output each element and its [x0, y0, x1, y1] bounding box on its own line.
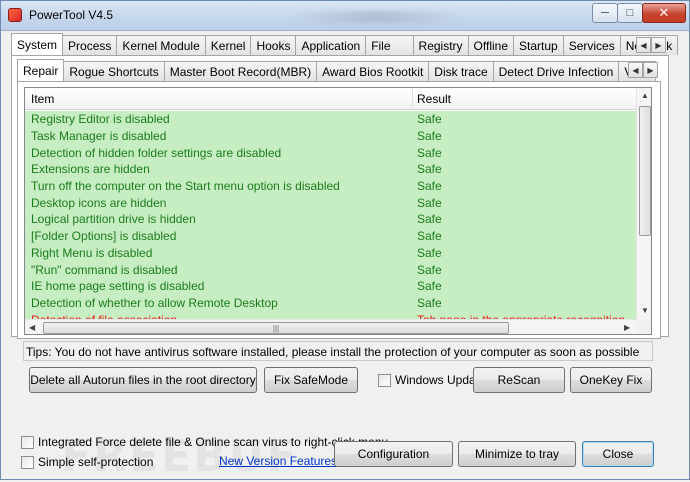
- close-button[interactable]: Close: [582, 441, 654, 467]
- tab-system[interactable]: System: [11, 33, 64, 55]
- window-title: PowerTool V4.5: [29, 8, 114, 22]
- row-item-text: [Folder Options] is disabled: [31, 229, 177, 244]
- row-item-text: Desktop icons are hidden: [31, 195, 167, 210]
- column-header-result[interactable]: Result: [417, 92, 451, 106]
- row-result-text: Safe: [417, 295, 442, 310]
- rescan-button[interactable]: ReScan: [473, 367, 565, 393]
- list-row[interactable]: Registry Editor is disabled Safe: [25, 111, 636, 128]
- scroll-left-icon[interactable]: ◀: [29, 323, 35, 332]
- subtab-repair[interactable]: Repair: [17, 59, 65, 81]
- tab-offline[interactable]: Offline: [467, 35, 515, 55]
- vertical-scrollbar[interactable]: ▲ ▼: [636, 88, 651, 319]
- row-item-text: Task Manager is disabled: [31, 129, 167, 144]
- scroll-right-icon[interactable]: ▶: [624, 323, 630, 332]
- new-version-features-link[interactable]: New Version Features: [219, 454, 337, 468]
- list-row[interactable]: Turn off the computer on the Start menu …: [25, 177, 636, 195]
- list-row[interactable]: Desktop icons are hidden Safe: [25, 194, 636, 212]
- subtabs-scroll-left-icon[interactable]: ◀: [628, 62, 643, 78]
- vertical-scroll-thumb[interactable]: [639, 106, 651, 236]
- row-item-text: Right Menu is disabled: [31, 245, 153, 260]
- tabs-scroll-right-icon[interactable]: ▶: [651, 37, 666, 53]
- list-header: Item Result: [25, 88, 636, 110]
- tab-process[interactable]: Process: [62, 35, 118, 55]
- scroll-up-icon[interactable]: ▲: [641, 91, 649, 100]
- row-result-text: Safe: [417, 212, 442, 227]
- app-window: PowerTool V4.5 ─ □ ✕ System Process Kern…: [0, 0, 690, 482]
- list-row[interactable]: [Folder Options] is disabled Safe: [25, 227, 636, 245]
- row-result-text: Safe: [417, 162, 442, 177]
- checkbox-box[interactable]: [21, 435, 34, 449]
- tips-bar: Tips: You do not have antivirus software…: [23, 341, 653, 361]
- simple-self-protection-checkbox[interactable]: Simple self-protection: [21, 455, 153, 469]
- tab-registry[interactable]: Registry: [412, 35, 469, 55]
- main-tab-bar: System Process Kernel Module Kernel Hook…: [11, 33, 679, 55]
- list-row[interactable]: Task Manager is disabled Safe: [25, 127, 636, 145]
- list-row[interactable]: IE home page setting is disabled Safe: [25, 277, 636, 295]
- tab-services[interactable]: Services: [562, 35, 621, 55]
- row-result-text: Safe: [417, 262, 442, 277]
- row-item-text: Detection of whether to allow Remote Des…: [31, 295, 278, 310]
- row-result-text: Safe: [417, 229, 442, 244]
- row-item-text: Turn off the computer on the Start menu …: [31, 179, 340, 194]
- maximize-button[interactable]: □: [617, 3, 643, 23]
- blurred-title-area: [291, 11, 461, 23]
- tab-application[interactable]: Application: [295, 35, 367, 55]
- row-item-text: Logical partition drive is hidden: [31, 212, 196, 227]
- checkbox-box[interactable]: [21, 455, 34, 469]
- row-result-text: Safe: [417, 129, 442, 144]
- subtab-mbr[interactable]: Master Boot Record(MBR): [163, 61, 318, 81]
- row-item-text: Extensions are hidden: [31, 162, 150, 177]
- row-item-text: "Run" command is disabled: [31, 262, 178, 277]
- row-item-text: IE home page setting is disabled: [31, 279, 205, 294]
- delete-autorun-button[interactable]: Delete all Autorun files in the root dir…: [29, 367, 257, 393]
- column-divider[interactable]: [412, 88, 413, 110]
- tab-file[interactable]: File: [365, 35, 414, 55]
- simple-self-protection-label: Simple self-protection: [38, 455, 154, 469]
- tab-kernel-module[interactable]: Kernel Module: [116, 35, 206, 55]
- row-result-text: Safe: [417, 112, 442, 127]
- windows-update-label: Windows Updat: [395, 373, 480, 387]
- checkbox-box[interactable]: [378, 373, 391, 387]
- list-row[interactable]: Logical partition drive is hidden Safe: [25, 211, 636, 228]
- list-row[interactable]: Detection of hidden folder settings are …: [25, 144, 636, 162]
- row-item-text: Detection of hidden folder settings are …: [31, 145, 282, 160]
- repair-list[interactable]: Item Result Registry Editor is disabled S…: [24, 87, 652, 335]
- list-row[interactable]: "Run" command is disabled Safe: [25, 261, 636, 278]
- row-result-text: Safe: [417, 245, 442, 260]
- horizontal-scrollbar[interactable]: ◀ ||| ▶: [25, 319, 636, 334]
- subtab-award-bios-rootkit[interactable]: Award Bios Rootkit: [316, 61, 430, 81]
- app-icon: [8, 8, 22, 22]
- scroll-down-icon[interactable]: ▼: [641, 306, 649, 315]
- row-item-text: Registry Editor is disabled: [31, 112, 170, 127]
- subtab-disk-trace[interactable]: Disk trace: [428, 61, 494, 81]
- subtabs-scroll-right-icon[interactable]: ▶: [643, 62, 658, 78]
- windows-update-checkbox[interactable]: Windows Updat: [378, 373, 479, 387]
- list-row[interactable]: Extensions are hidden Safe: [25, 161, 636, 178]
- tab-kernel[interactable]: Kernel: [204, 35, 252, 55]
- tabs-scroll-left-icon[interactable]: ◀: [636, 37, 651, 53]
- tab-hooks[interactable]: Hooks: [250, 35, 297, 55]
- row-result-text: Safe: [417, 279, 442, 294]
- list-row[interactable]: Right Menu is disabled Safe: [25, 244, 636, 262]
- horizontal-scroll-thumb[interactable]: |||: [43, 322, 509, 334]
- tab-startup[interactable]: Startup: [513, 35, 564, 55]
- title-bar[interactable]: PowerTool V4.5 ─ □ ✕: [1, 1, 689, 31]
- fix-safemode-button[interactable]: Fix SafeMode: [264, 367, 358, 393]
- list-rows: Registry Editor is disabled Safe Task Mana…: [25, 111, 636, 328]
- minimize-button[interactable]: ─: [592, 3, 618, 23]
- subtab-rogue-shortcuts[interactable]: Rogue Shortcuts: [63, 61, 165, 81]
- configuration-button[interactable]: Configuration: [334, 441, 453, 467]
- onekey-fix-button[interactable]: OneKey Fix: [570, 367, 652, 393]
- row-result-text: Safe: [417, 179, 442, 194]
- close-window-button[interactable]: ✕: [642, 3, 686, 23]
- list-row[interactable]: Detection of whether to allow Remote Des…: [25, 294, 636, 312]
- minimize-to-tray-button[interactable]: Minimize to tray: [458, 441, 576, 467]
- sub-tab-bar: Repair Rogue Shortcuts Master Boot Recor…: [17, 59, 657, 81]
- scrollbar-corner: [636, 319, 651, 334]
- column-header-item[interactable]: Item: [31, 92, 54, 106]
- row-result-text: Safe: [417, 195, 442, 210]
- row-result-text: Safe: [417, 145, 442, 160]
- subtab-detect-drive-infection[interactable]: Detect Drive Infection: [492, 61, 620, 81]
